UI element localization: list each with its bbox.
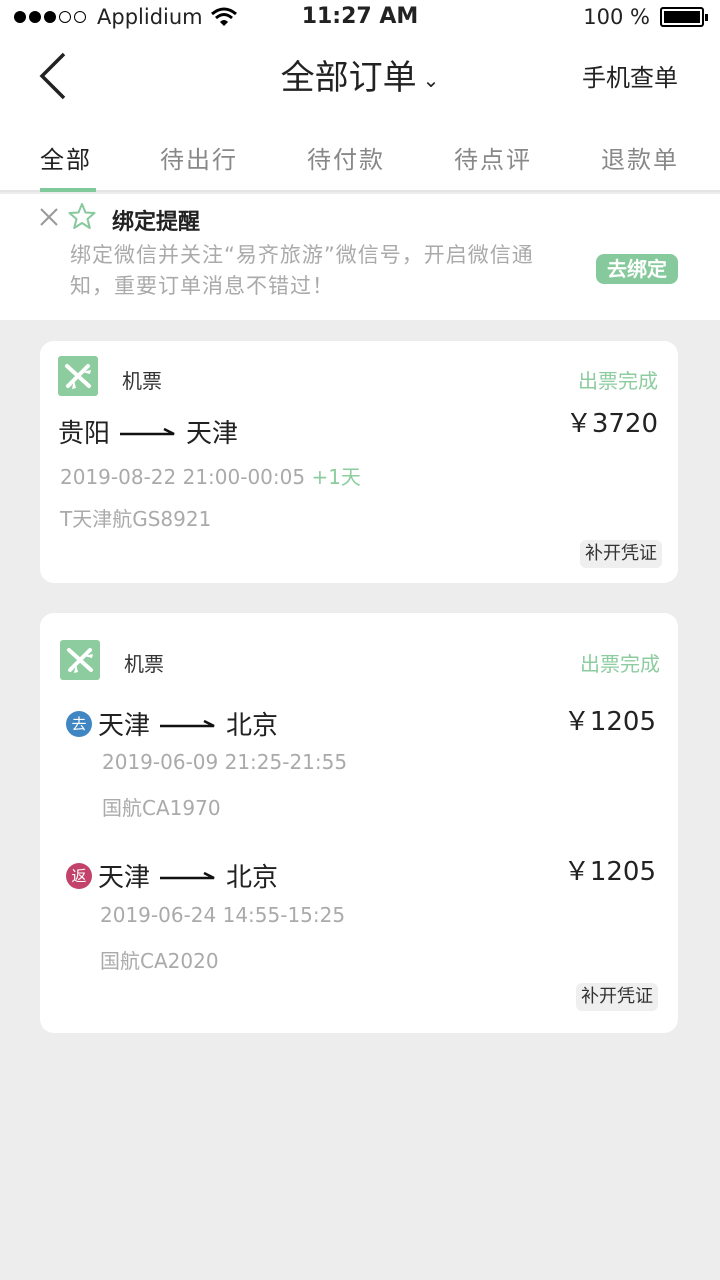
departure-city: 天津 — [98, 711, 151, 741]
order-card[interactable]: 机票 出票完成 去 天津 北京 ￥1205 2019-06-09 21:25-2… — [40, 613, 678, 1033]
battery-icon — [660, 7, 708, 27]
tab-pending-payment[interactable]: 待付款 — [307, 140, 385, 175]
bind-button[interactable]: 去绑定 — [596, 254, 678, 284]
flight-datetime: 2019-08-22 21:00-00:05 +1天 — [60, 461, 361, 490]
order-type: 机票 — [122, 369, 162, 393]
reminder-title: 绑定提醒 — [112, 210, 201, 235]
order-tabs: 全部 待出行 待付款 待点评 退款单 — [0, 120, 720, 192]
arrow-right-icon — [160, 719, 215, 727]
reissue-voucher-button[interactable]: 补开凭证 — [580, 540, 662, 568]
departure-city: 贵阳 — [58, 419, 111, 449]
outbound-flight-number: 国航CA1970 — [102, 796, 221, 820]
outbound-datetime: 2019-06-09 21:25-21:55 — [102, 750, 348, 774]
return-flight-number: 国航CA2020 — [100, 949, 219, 973]
arrival-city: 天津 — [186, 419, 239, 449]
order-card[interactable]: 机票 出票完成 贵阳 天津 ￥3720 2019-08-22 21:00-00:… — [40, 341, 678, 583]
status-bar: Applidium 11:27 AM 100 % — [0, 0, 720, 36]
reminder-text: 绑定微信并关注“易齐旅游”微信号，开启微信通知，重要订单消息不错过！ — [70, 243, 534, 298]
nav-bar: 全部订单 ⌄ 手机查单 — [0, 36, 720, 120]
tab-pending-travel[interactable]: 待出行 — [160, 140, 238, 175]
return-badge: 返 — [66, 862, 92, 889]
phone-lookup-button[interactable]: 手机查单 — [582, 58, 678, 93]
order-status: 出票完成 — [578, 369, 658, 393]
close-icon[interactable] — [38, 206, 60, 228]
return-route: 返 天津 北京 — [66, 857, 278, 894]
outbound-route: 去 天津 北京 — [66, 705, 278, 742]
active-tab-indicator — [40, 188, 96, 192]
plane-icon — [60, 640, 100, 680]
battery-percent: 100 % — [583, 5, 650, 29]
plane-icon — [58, 356, 98, 396]
outbound-price: ￥1205 — [563, 707, 656, 737]
order-status: 出票完成 — [580, 652, 660, 676]
arrow-right-icon — [120, 427, 175, 435]
flight-route: 贵阳 天津 — [58, 413, 238, 450]
bind-reminder-banner: 绑定提醒 绑定微信并关注“易齐旅游”微信号，开启微信通知，重要订单消息不错过！ … — [0, 194, 720, 320]
flight-time: 2019-08-22 21:00-00:05 — [60, 465, 306, 489]
page-title: 全部订单 — [280, 58, 417, 98]
chevron-down-icon: ⌄ — [422, 67, 440, 92]
arrow-right-icon — [160, 871, 215, 879]
return-datetime: 2019-06-24 14:55-15:25 — [100, 903, 346, 927]
star-icon — [68, 203, 96, 229]
tab-pending-review[interactable]: 待点评 — [454, 140, 532, 175]
departure-city: 天津 — [98, 863, 151, 893]
arrival-city: 北京 — [226, 711, 279, 741]
order-price: ￥3720 — [565, 409, 658, 439]
reissue-voucher-button[interactable]: 补开凭证 — [576, 983, 658, 1011]
flight-number: T天津航GS8921 — [60, 507, 212, 531]
battery-group: 100 % — [583, 5, 708, 29]
tab-all[interactable]: 全部 — [40, 140, 92, 175]
order-type: 机票 — [124, 652, 164, 676]
next-day-badge: +1天 — [311, 465, 361, 489]
outbound-badge: 去 — [66, 710, 92, 737]
return-price: ￥1205 — [563, 857, 656, 887]
arrival-city: 北京 — [226, 863, 279, 893]
tab-refunds[interactable]: 退款单 — [601, 140, 679, 175]
